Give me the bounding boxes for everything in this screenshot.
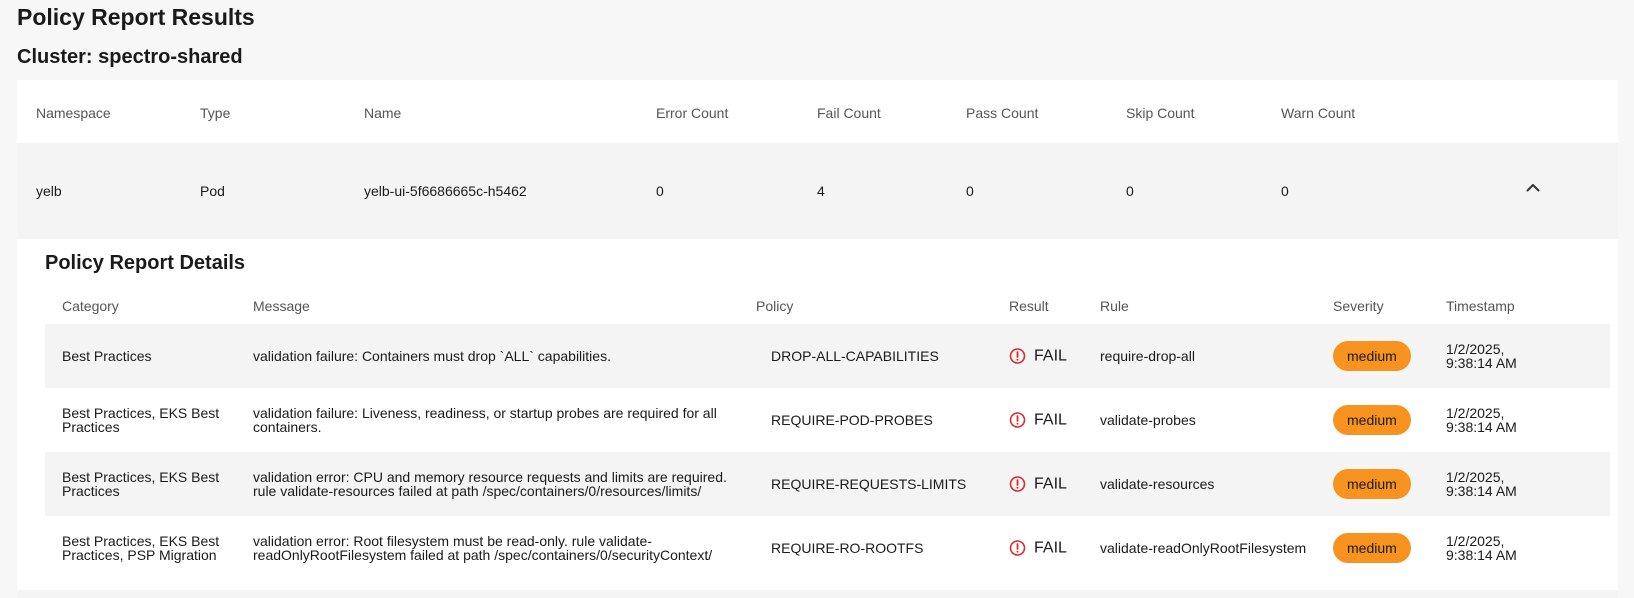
detail-message: validation error: Root filesystem must b… — [253, 533, 652, 549]
cell-fail-count: 4 — [817, 183, 825, 199]
detail-category-line2: Practices — [62, 419, 120, 435]
detail-message: validation failure: Containers must drop… — [253, 348, 611, 364]
col-header-fail-count: Fail Count — [817, 105, 881, 121]
table-row[interactable]: yelb Pod yelb-ui-5f6686665c-h5462 0 4 0 … — [17, 143, 1618, 239]
table-row[interactable]: Best Practices validation failure: Conta… — [45, 324, 1610, 388]
cell-type: Pod — [200, 183, 225, 199]
severity-badge: medium — [1333, 405, 1411, 435]
detail-result: FAIL — [1009, 412, 1067, 429]
detail-timestamp-date: 1/2/2025, — [1446, 405, 1505, 421]
table-row[interactable]: Best Practices, EKS Best Practices valid… — [45, 452, 1610, 516]
result-label: FAIL — [1034, 347, 1067, 364]
result-label: FAIL — [1034, 475, 1067, 492]
detail-timestamp-time: 9:38:14 AM — [1446, 483, 1517, 499]
col-header-error-count: Error Count — [656, 105, 729, 121]
detail-message: validation failure: Liveness, readiness,… — [253, 405, 717, 421]
details-col-rule: Rule — [1100, 298, 1129, 314]
details-col-policy: Policy — [756, 298, 794, 314]
result-label: FAIL — [1034, 539, 1067, 556]
details-col-message: Message — [253, 298, 310, 314]
detail-result: FAIL — [1009, 348, 1067, 365]
detail-category: Best Practices, EKS Best — [62, 405, 220, 421]
col-header-type: Type — [200, 105, 231, 121]
detail-message: validation error: CPU and memory resourc… — [253, 469, 727, 485]
collapse-row-button[interactable] — [1521, 175, 1545, 199]
cluster-title: Cluster: spectro-shared — [17, 46, 243, 68]
details-col-timestamp: Timestamp — [1446, 298, 1515, 314]
detail-timestamp-time: 9:38:14 AM — [1446, 355, 1517, 371]
detail-category: Best Practices, EKS Best — [62, 533, 220, 549]
alert-circle-icon — [1009, 348, 1026, 364]
detail-rule: validate-probes — [1100, 412, 1196, 428]
detail-timestamp-date: 1/2/2025, — [1446, 341, 1505, 357]
detail-rule: validate-resources — [1100, 476, 1215, 492]
detail-policy: REQUIRE-REQUESTS-LIMITS — [771, 476, 967, 492]
detail-timestamp-time: 9:38:14 AM — [1446, 419, 1517, 435]
details-col-category: Category — [62, 298, 119, 314]
detail-category: Best Practices — [62, 348, 152, 364]
result-label: FAIL — [1034, 411, 1067, 428]
severity-badge: medium — [1333, 341, 1411, 371]
col-header-warn-count: Warn Count — [1281, 105, 1356, 121]
cell-pass-count: 0 — [966, 183, 974, 199]
detail-result: FAIL — [1009, 476, 1067, 493]
alert-circle-icon — [1009, 412, 1026, 428]
detail-timestamp-time: 9:38:14 AM — [1446, 547, 1517, 563]
detail-category-line2: Practices, PSP Migration — [62, 547, 217, 563]
detail-rule: require-drop-all — [1100, 348, 1195, 364]
detail-timestamp-date: 1/2/2025, — [1446, 469, 1505, 485]
table-row[interactable]: Best Practices, EKS Best Practices valid… — [45, 388, 1610, 452]
details-title: Policy Report Details — [45, 252, 246, 274]
detail-timestamp-date: 1/2/2025, — [1446, 533, 1505, 549]
detail-rule: validate-readOnlyRootFilesystem — [1100, 540, 1307, 556]
table-row[interactable]: Best Practices, EKS Best Practices, PSP … — [45, 516, 1610, 580]
detail-message-line2: containers. — [253, 419, 322, 435]
details-col-result: Result — [1009, 298, 1049, 314]
col-header-skip-count: Skip Count — [1126, 105, 1195, 121]
detail-policy: REQUIRE-POD-PROBES — [771, 412, 933, 428]
cell-name: yelb-ui-5f6686665c-h5462 — [364, 183, 527, 199]
policy-report-card: Namespace Type Name Error Count Fail Cou… — [17, 80, 1618, 598]
col-header-name: Name — [364, 105, 402, 121]
detail-category: Best Practices, EKS Best — [62, 469, 220, 485]
next-row-strip — [17, 590, 1618, 598]
alert-circle-icon — [1009, 476, 1026, 492]
severity-badge: medium — [1333, 469, 1411, 499]
detail-category-line2: Practices — [62, 483, 120, 499]
cell-error-count: 0 — [656, 183, 664, 199]
cell-warn-count: 0 — [1281, 183, 1289, 199]
severity-badge: medium — [1333, 533, 1411, 563]
col-header-pass-count: Pass Count — [966, 105, 1039, 121]
cell-skip-count: 0 — [1126, 183, 1134, 199]
detail-result: FAIL — [1009, 540, 1067, 557]
page-title: Policy Report Results — [17, 4, 255, 30]
cell-namespace: yelb — [36, 183, 62, 199]
detail-message-line2: rule validate-resources failed at path /… — [253, 483, 702, 499]
col-header-namespace: Namespace — [36, 105, 111, 121]
detail-policy: DROP-ALL-CAPABILITIES — [771, 348, 939, 364]
alert-circle-icon — [1009, 540, 1026, 556]
detail-policy: REQUIRE-RO-ROOTFS — [771, 540, 924, 556]
chevron-up-icon — [1526, 183, 1540, 191]
detail-message-line2: readOnlyRootFilesystem failed at path /s… — [253, 547, 713, 563]
details-col-severity: Severity — [1333, 298, 1384, 314]
